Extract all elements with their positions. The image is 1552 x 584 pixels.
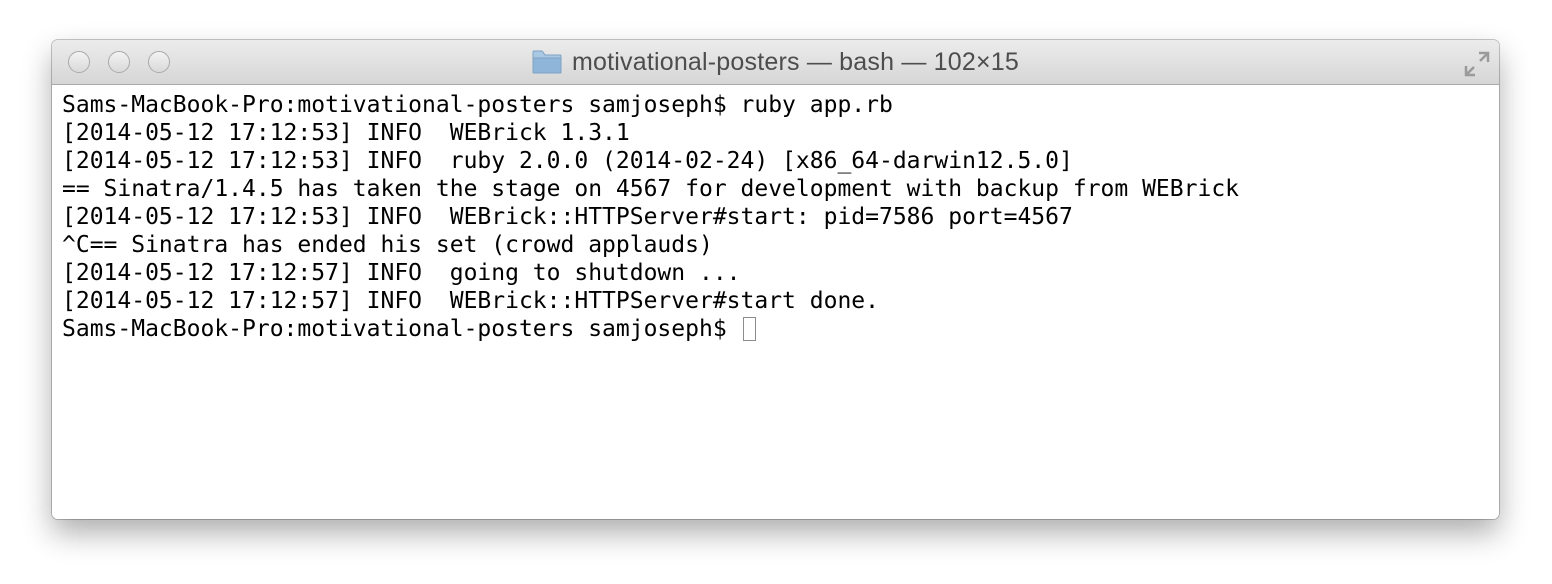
window-title: motivational-posters — bash — 102×15 (571, 47, 1020, 76)
shell-prompt: Sams-MacBook-Pro:motivational-posters sa… (62, 316, 741, 342)
terminal-window: motivational-posters — bash — 102×15 Sam… (52, 40, 1499, 519)
terminal-line: == Sinatra/1.4.5 has taken the stage on … (62, 176, 1240, 202)
terminal-line: [2014-05-12 17:12:53] INFO ruby 2.0.0 (2… (62, 148, 1073, 174)
terminal-output[interactable]: Sams-MacBook-Pro:motivational-posters sa… (52, 85, 1499, 519)
title-bar[interactable]: motivational-posters — bash — 102×15 (52, 40, 1499, 85)
terminal-line: Sams-MacBook-Pro:motivational-posters sa… (62, 92, 893, 118)
window-title-area: motivational-posters — bash — 102×15 (52, 40, 1499, 84)
prompt-line[interactable]: Sams-MacBook-Pro:motivational-posters sa… (62, 315, 1499, 343)
folder-icon (532, 50, 562, 74)
text-cursor (742, 317, 756, 341)
terminal-line: [2014-05-12 17:12:53] INFO WEBrick 1.3.1 (62, 120, 630, 146)
terminal-line: [2014-05-12 17:12:57] INFO WEBrick::HTTP… (62, 288, 879, 314)
terminal-line: [2014-05-12 17:12:57] INFO going to shut… (62, 260, 741, 286)
fullscreen-icon[interactable] (1463, 50, 1491, 78)
terminal-line: [2014-05-12 17:12:53] INFO WEBrick::HTTP… (62, 204, 1073, 230)
terminal-line: ^C== Sinatra has ended his set (crowd ap… (62, 232, 713, 258)
